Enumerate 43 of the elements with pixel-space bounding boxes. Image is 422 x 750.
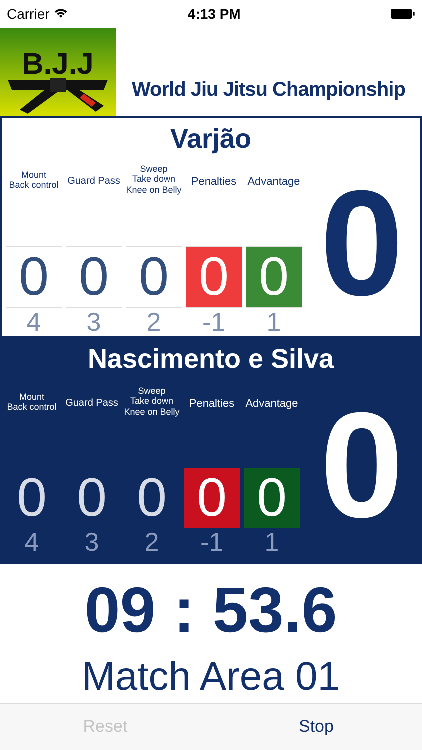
- next-value: -1: [202, 308, 226, 336]
- next-value: -1: [200, 528, 224, 556]
- score-counter[interactable]: 0: [184, 468, 240, 528]
- score-label: Guard Pass: [66, 396, 118, 411]
- next-value: 1: [264, 528, 280, 556]
- battery-icon: [391, 8, 415, 19]
- match-timer: 09 : 53.6: [84, 572, 338, 648]
- next-value: 4: [24, 528, 40, 556]
- score-label: Advantage: [246, 396, 298, 412]
- next-value: 1: [266, 308, 282, 336]
- logo-drawing: B.J.J: [0, 28, 116, 116]
- score-label: Sweep Take down Knee on Belly: [126, 162, 182, 197]
- fighter-name: Nascimento e Silva: [86, 342, 336, 376]
- score-label: Penalties: [191, 174, 237, 190]
- score-counter[interactable]: 0: [6, 246, 62, 308]
- carrier-label: Carrier: [7, 6, 50, 22]
- score-counter[interactable]: 0: [246, 246, 302, 308]
- score-counter[interactable]: 0: [66, 246, 122, 308]
- score-counter[interactable]: 0: [4, 468, 60, 528]
- total-score: 0: [319, 158, 405, 329]
- clock-time: 4:13 PM: [186, 6, 242, 22]
- score-label: Advantage: [248, 174, 300, 190]
- score-counter[interactable]: 0: [186, 246, 242, 308]
- toolbar-button[interactable]: Stop: [211, 704, 422, 750]
- next-value: 3: [86, 308, 102, 336]
- next-value: 3: [84, 528, 100, 556]
- total-score: 0: [319, 380, 405, 551]
- score-label: Sweep Take down Knee on Belly: [124, 384, 180, 419]
- score-label: Guard Pass: [68, 174, 120, 189]
- app-title: World Jiu Jitsu Championship: [132, 78, 406, 102]
- score-counter[interactable]: 0: [124, 468, 180, 528]
- wifi-icon: [54, 8, 68, 20]
- score-label: Penalties: [189, 396, 235, 412]
- score-counter[interactable]: 0: [64, 468, 120, 528]
- next-value: 2: [144, 528, 160, 556]
- match-area-label: Match Area 01: [81, 654, 341, 701]
- score-counter[interactable]: 0: [126, 246, 182, 308]
- fighter-name: Varjão: [169, 122, 253, 156]
- score-counter[interactable]: 0: [244, 468, 300, 528]
- next-value: 2: [146, 308, 162, 336]
- next-value: 4: [26, 308, 42, 336]
- score-label: Mount Back control: [7, 390, 57, 414]
- score-label: Mount Back control: [9, 168, 59, 192]
